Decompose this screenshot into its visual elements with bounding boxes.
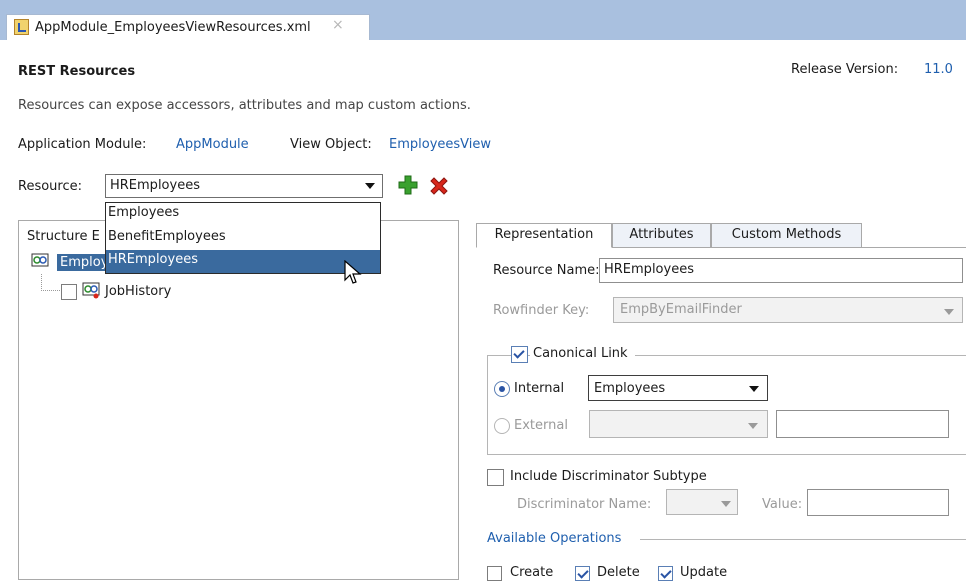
- structure-panel: Structure E Employ JobHistory: [18, 220, 459, 580]
- external-radio[interactable]: [494, 418, 510, 434]
- resource-label: Resource:: [18, 179, 82, 194]
- rowfinder-key-value: EmpByEmailFinder: [620, 302, 742, 317]
- view-object-icon: [31, 252, 49, 270]
- mouse-cursor-icon: [344, 259, 362, 286]
- external-url-input[interactable]: [776, 410, 949, 438]
- chevron-down-icon[interactable]: [721, 501, 731, 507]
- tree-node-employees[interactable]: Employ: [57, 254, 112, 271]
- update-label: Update: [680, 565, 728, 580]
- resource-name-label: Resource Name:: [493, 263, 600, 278]
- internal-radio[interactable]: [494, 381, 510, 397]
- view-object-label: View Object:: [290, 137, 372, 152]
- tab-attributes[interactable]: Attributes: [612, 223, 711, 248]
- internal-label: Internal: [514, 381, 565, 396]
- tree-node-jobhistory[interactable]: JobHistory: [105, 284, 171, 299]
- close-icon[interactable]: ×: [332, 17, 344, 33]
- resource-dropdown-list: Employees BenefitEmployees HREmployees: [105, 202, 381, 274]
- application-module-link[interactable]: AppModule: [176, 137, 249, 152]
- checkmark-icon: [660, 567, 672, 579]
- red-x-icon[interactable]: [428, 175, 450, 197]
- jobhistory-checkbox[interactable]: [61, 284, 77, 300]
- checkmark-icon: [513, 347, 525, 359]
- accessor-icon: [82, 281, 100, 299]
- view-object-link[interactable]: EmployeesView: [389, 137, 491, 152]
- rowfinder-key-label: Rowfinder Key:: [493, 303, 590, 318]
- internal-select-value: Employees: [594, 381, 666, 396]
- green-plus-icon[interactable]: [397, 174, 419, 196]
- release-version-label: Release Version:: [791, 62, 899, 77]
- discriminator-name-label: Discriminator Name:: [517, 497, 652, 512]
- page-title: REST Resources: [18, 64, 136, 79]
- structure-header: Structure E: [27, 229, 100, 244]
- external-select[interactable]: [589, 410, 768, 438]
- dropdown-option-employees[interactable]: Employees: [106, 203, 380, 226]
- release-version-value[interactable]: 11.0: [924, 62, 953, 77]
- create-label: Create: [510, 565, 554, 580]
- dropdown-option-benefitemployees[interactable]: BenefitEmployees: [106, 227, 380, 250]
- rowfinder-key-select[interactable]: EmpByEmailFinder: [613, 297, 963, 323]
- document-tab-title: AppModule_EmployeesViewResources.xml: [35, 20, 311, 35]
- discriminator-name-select[interactable]: [666, 489, 738, 515]
- external-label: External: [514, 418, 568, 433]
- chevron-down-icon[interactable]: [365, 183, 375, 189]
- available-operations-label: Available Operations: [487, 531, 622, 546]
- xml-file-icon: [14, 19, 29, 35]
- operations-divider: [640, 539, 966, 540]
- document-tab[interactable]: AppModule_EmployeesViewResources.xml ×: [6, 14, 370, 40]
- tree-connector: [41, 274, 62, 291]
- tab-custom-methods[interactable]: Custom Methods: [711, 223, 862, 248]
- update-checkbox[interactable]: [658, 566, 673, 581]
- value-label: Value:: [762, 497, 803, 512]
- chevron-down-icon[interactable]: [749, 386, 759, 392]
- internal-select[interactable]: Employees: [588, 375, 768, 401]
- application-module-label: Application Module:: [18, 137, 147, 152]
- checkmark-icon: [577, 567, 589, 579]
- canonical-link-group: [487, 355, 966, 455]
- editor-tab-bar: AppModule_EmployeesViewResources.xml ×: [0, 0, 966, 40]
- resource-select[interactable]: HREmployees: [105, 174, 383, 198]
- page-description: Resources can expose accessors, attribut…: [18, 98, 471, 113]
- tab-representation[interactable]: Representation: [476, 223, 612, 248]
- resource-select-value: HREmployees: [110, 178, 200, 193]
- resource-name-input[interactable]: HREmployees: [599, 258, 963, 283]
- value-input[interactable]: [807, 489, 949, 516]
- delete-label: Delete: [597, 565, 640, 580]
- chevron-down-icon[interactable]: [748, 423, 758, 429]
- dropdown-option-hremployees[interactable]: HREmployees: [106, 250, 380, 273]
- discriminator-checkbox[interactable]: [487, 469, 504, 486]
- chevron-down-icon[interactable]: [944, 309, 954, 315]
- create-checkbox[interactable]: [487, 566, 502, 581]
- canonical-link-label: Canonical Link: [530, 346, 635, 361]
- delete-checkbox[interactable]: [575, 566, 590, 581]
- canonical-link-checkbox[interactable]: [511, 346, 528, 363]
- discriminator-label: Include Discriminator Subtype: [510, 469, 707, 484]
